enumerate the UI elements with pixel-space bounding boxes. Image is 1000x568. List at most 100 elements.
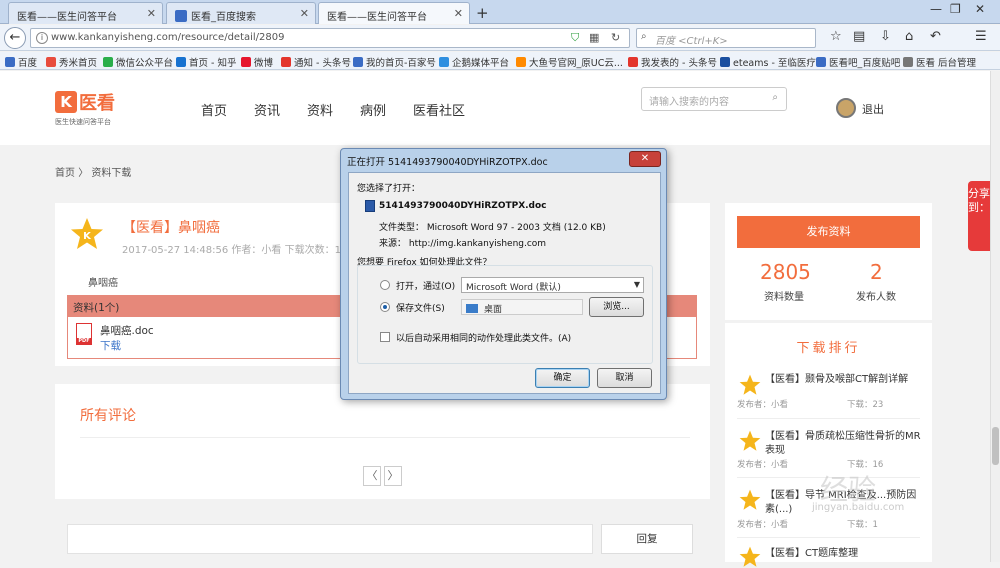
window-close-icon[interactable]: ✕ [975,2,985,16]
file-name[interactable]: 鼻咽癌.doc [100,323,154,338]
bookmark-item[interactable]: 微博 [241,55,273,69]
publisher-count: 2 [870,260,883,284]
reload-icon[interactable]: ↻ [611,31,620,44]
rank-title: 下载排行 [796,341,861,356]
save-file-label[interactable]: 保存文件(S) [396,301,445,314]
breadcrumb-separator: 〉 [78,168,89,179]
resource-count: 2805 [760,260,811,284]
url-bar[interactable]: i www.kankanyisheng.com/resource/detail/… [30,28,630,48]
site-search-placeholder: 请输入搜索的内容 [649,97,729,108]
tab-1[interactable]: 医看——医生问答平台 ✕ [8,2,163,24]
breadcrumb-current: 资料下载 [91,168,132,179]
close-tab-icon[interactable]: ✕ [300,7,309,20]
shield-icon[interactable]: ⛉ [571,31,579,45]
resource-tag[interactable]: 鼻咽癌 [88,274,118,289]
star-icon [739,430,761,451]
logo-name: 医看 [79,93,115,114]
tab-3-active[interactable]: 医看——医生问答平台 ✕ [318,2,470,24]
bookmark-item[interactable]: 大鱼号官网_原UC云... [516,55,623,69]
search-icon[interactable]: ⌕ [772,92,778,103]
desktop-icon [466,304,478,313]
dialog-body: 您选择了打开： 5141493790040DYHiRZOTPX.doc 文件类型… [348,172,661,394]
dialog-close-icon[interactable]: ✕ [629,151,661,167]
bookmark-item[interactable]: 企鹅媒体平台 [439,55,509,69]
rank-item-title[interactable]: 【医看】CT题库整理 [765,547,925,561]
minimize-icon[interactable]: — [930,2,942,16]
bookmark-item[interactable]: 首页 - 知乎 [176,55,236,69]
rank-item-title[interactable]: 【医看】骨质疏松压缩性骨折的MR表现 [765,430,925,458]
download-icon[interactable]: ⇩ [880,29,891,44]
nav-news[interactable]: 资讯 [254,100,280,119]
undo-icon[interactable]: ↶ [930,29,941,44]
bookmark-item[interactable]: eteams - 至临医疗 [720,55,816,69]
word-doc-icon [365,200,375,212]
reading-list-icon[interactable]: ▤ [853,29,865,44]
share-tab[interactable]: 分享到： [968,181,990,251]
nav-community[interactable]: 医看社区 [413,100,465,119]
bookmark-item[interactable]: 我的首页-百家号 [353,55,436,69]
site-info-icon[interactable]: i [36,32,48,44]
divider [80,437,690,438]
download-link[interactable]: 下载 [100,338,121,353]
rank-item-title[interactable]: 【医看】颞骨及喉部CT解剖详解 [765,373,925,387]
page-scrollbar[interactable] [990,71,1000,562]
auto-action-label[interactable]: 以后自动采用相同的动作处理此类文件。(A) [396,331,571,344]
auto-action-checkbox[interactable] [380,332,390,342]
home-icon[interactable]: ⌂ [905,29,913,44]
open-with-radio[interactable] [380,280,390,290]
nav-cases[interactable]: 病例 [360,100,386,119]
star-icon [739,489,761,510]
open-app-select[interactable]: Microsoft Word (默认) ▼ [461,277,644,293]
qr-code-icon[interactable]: ▦ [589,31,599,44]
bookmark-item[interactable]: 微信公众平台 [103,55,173,69]
menu-icon[interactable]: ☰ [975,29,987,44]
bookmark-item[interactable]: 秀米首页 [46,55,97,69]
dialog-title: 正在打开 5141493790040DYHiRZOTPX.doc [347,157,548,168]
site-search-input[interactable]: 请输入搜索的内容 ⌕ [641,87,787,111]
site-logo[interactable]: K 医看 医生快速问答平台 [55,89,115,127]
pager-prev-button[interactable]: 〈 [363,466,381,486]
reply-button[interactable]: 回复 [601,524,693,554]
tab-2[interactable]: 医看_百度搜索 ✕ [166,2,316,24]
file-source: 来源： http://img.kankanyisheng.com [379,239,547,249]
back-button[interactable]: ← [4,27,26,49]
chosen-label: 您选择了打开： [357,184,421,194]
breadcrumb-home[interactable]: 首页 [55,168,75,179]
tab-bar: 医看——医生问答平台 ✕ 医看_百度搜索 ✕ 医看——医生问答平台 ✕ + — ❐ ✕ [0,0,1000,24]
close-tab-icon[interactable]: ✕ [454,7,463,20]
bookmark-star-icon[interactable]: ☆ [830,29,842,44]
save-file-radio[interactable] [380,302,390,312]
nav-resources[interactable]: 资料 [307,100,333,119]
bookmark-item[interactable]: 医看 后台管理 [903,55,976,69]
close-tab-icon[interactable]: ✕ [147,7,156,20]
tab-label: 医看——医生问答平台 [327,12,427,23]
star-icon [739,546,761,567]
logo-tagline: 医生快速问答平台 [55,118,111,126]
comments-card [55,384,710,499]
svg-text:K: K [83,231,92,242]
publish-resource-button[interactable]: 发布资料 [737,216,920,248]
scrollbar-thumb[interactable] [992,427,999,465]
pager-next-button[interactable]: 〉 [384,466,402,486]
browse-button[interactable]: 浏览... [589,297,644,317]
baidu-favicon-icon [175,10,187,22]
bookmark-item[interactable]: 医看吧_百度贴吧 [816,55,900,69]
search-placeholder: 百度 <Ctrl+K> [655,36,728,47]
ok-button[interactable]: 确定 [535,368,590,388]
restore-icon[interactable]: ❐ [950,2,961,16]
bookmark-item[interactable]: 通知 - 头条号 [281,55,351,69]
new-tab-button[interactable]: + [476,4,489,22]
cancel-button[interactable]: 取消 [597,368,652,388]
browser-search-input[interactable]: ⌕ 百度 <Ctrl+K> [636,28,816,48]
navigation-bar: ← i www.kankanyisheng.com/resource/detai… [0,25,1000,51]
logout-link[interactable]: 退出 [862,101,884,117]
avatar[interactable] [836,98,856,118]
tab-label: 医看_百度搜索 [191,12,256,23]
resource-title: 【医看】鼻咽癌 [122,220,220,236]
bookmark-item[interactable]: 百度 [5,55,37,69]
divider [737,537,920,538]
reply-input[interactable] [67,524,593,554]
bookmark-item[interactable]: 我发表的 - 头条号 [628,55,717,69]
nav-home[interactable]: 首页 [201,100,227,119]
open-with-label[interactable]: 打开，通过(O) [396,279,455,292]
